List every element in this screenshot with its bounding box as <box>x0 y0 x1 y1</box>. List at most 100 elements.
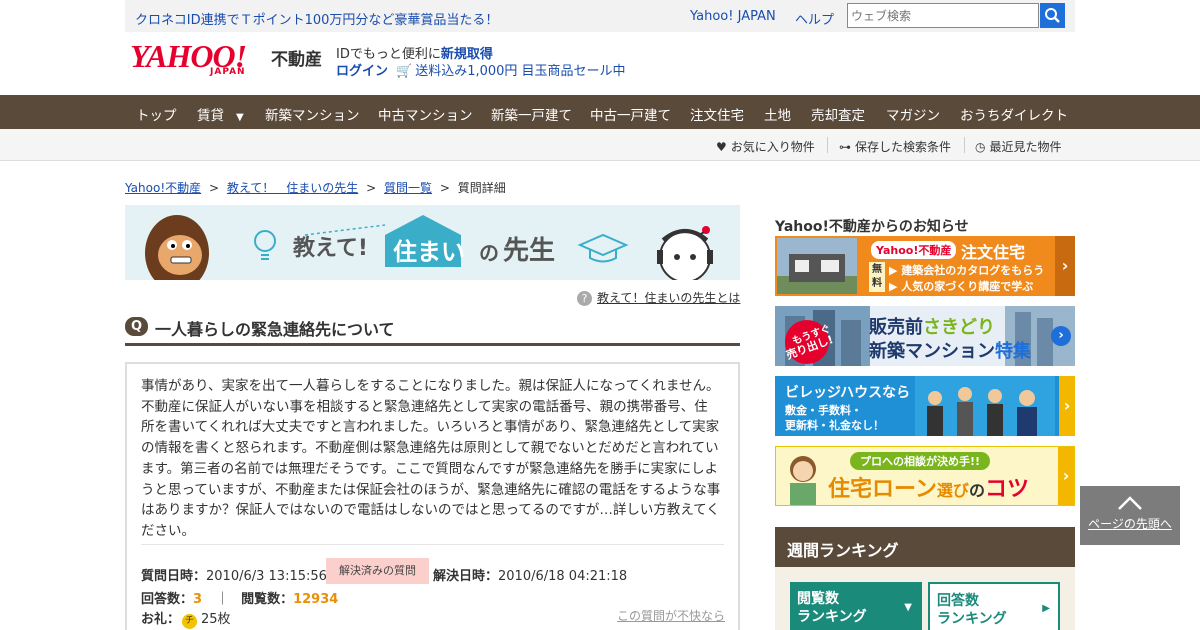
ad2-line2: 新築マンション特集 <box>869 337 1031 363</box>
ad4-d: の <box>968 481 985 500</box>
monkey-mascot-icon <box>145 215 209 280</box>
login-link[interactable]: ログイン <box>336 64 388 79</box>
saved-search-link[interactable]: ⊶ 保存した検索条件 <box>839 138 951 155</box>
promo-link[interactable]: クロネコID連携でＴポイント100万円分など豪華賞品当たる！ <box>135 9 498 28</box>
views-count: 12934 <box>293 592 339 607</box>
login-line: ログイン 🛒 送料込み1,000円 目玉商品セール中 <box>336 60 626 79</box>
ad-housing-loan[interactable]: プロへの相談が決め手!! 住宅ローン選びのコツ › <box>775 446 1075 506</box>
graduation-cap-icon <box>577 233 629 263</box>
people-image <box>915 376 1055 436</box>
ad2-line1a: 販売前 <box>869 317 923 338</box>
tab-answers-ranking[interactable]: 回答数 ランキング ▶ <box>928 582 1060 630</box>
search-button[interactable] <box>1040 3 1065 28</box>
news-title: Yahoo!不動産からのお知らせ <box>775 219 969 235</box>
ad-new-mansion[interactable]: もうすぐ 売り出し! 販売前さきどり 新築マンション特集 › <box>775 306 1075 366</box>
tab-views-line1: 閲覧数 <box>797 591 839 607</box>
nav-rent-label: 賃貸 <box>197 108 224 124</box>
ad1-title: 注文住宅 <box>961 243 1026 262</box>
ad1-line1: ▶ 建築会社のカタログをもらう <box>889 264 1045 277</box>
saved-search-label: 保存した検索条件 <box>855 140 952 154</box>
ad4-b: ローン <box>872 477 937 502</box>
breadcrumb-sep: > <box>208 181 220 195</box>
chevron-right-icon: › <box>1059 376 1075 436</box>
nav-sale-assessment[interactable]: 売却査定 <box>811 104 865 124</box>
search-icon <box>1045 8 1060 23</box>
ad2-line1b: さきどり <box>923 317 995 338</box>
reward-value: 25枚 <box>201 612 231 627</box>
breadcrumb-list[interactable]: 質問一覧 <box>384 181 432 195</box>
asked-at: 質問日時：2010/6/3 13:15:56 <box>141 565 327 584</box>
chevron-down-icon: ▼ <box>236 112 244 123</box>
ad3-line2: 更新料・礼金なし！ <box>785 419 884 432</box>
back-to-top-label: ページの先頭へ <box>1088 517 1172 531</box>
sub-nav: ♥ お気に入り物件 ⊶ 保存した検索条件 ◷ 最近見た物件 <box>0 129 1200 161</box>
divider <box>827 137 828 153</box>
ad1-line2: ▶ 人気の家づくり講座で学ぶ <box>889 280 1034 293</box>
banner-sumai: 住まい <box>393 238 465 266</box>
breadcrumb-home[interactable]: Yahoo!不動産 <box>125 181 201 195</box>
saved-search-icon: ⊶ <box>839 140 851 154</box>
banner-oshiete: 教えて! <box>293 236 368 261</box>
nav-new-house[interactable]: 新築一戸建て <box>491 104 572 124</box>
nav-rent[interactable]: 賃貸 ▼ <box>197 104 244 124</box>
about-sensei-link[interactable]: ? 教えて！住まいの先生とは <box>577 289 740 306</box>
reward: お礼：チ 25枚 <box>141 608 231 629</box>
chevron-right-icon: › <box>1051 326 1071 346</box>
banner-no: の <box>479 241 499 265</box>
ad4-a: 住宅 <box>828 477 873 502</box>
nav-used-mansion[interactable]: 中古マンション <box>378 104 473 124</box>
nav-top[interactable]: トップ <box>136 104 177 124</box>
breadcrumb-current: 質問詳細 <box>457 181 506 195</box>
ranking-title: 週間ランキング <box>775 527 1075 567</box>
views-label: 閲覧数： <box>241 592 294 607</box>
nav-ouchi-direct[interactable]: おうちダイレクト <box>960 104 1068 124</box>
question-badge: Q <box>125 317 148 336</box>
nav-custom-house[interactable]: 注文住宅 <box>690 104 744 124</box>
reward-label: お礼： <box>141 612 181 627</box>
ad4-c: 選び <box>936 481 969 500</box>
tab-views-ranking[interactable]: 閲覧数 ランキング ▼ <box>790 582 922 630</box>
tab-answers-line1: 回答数 <box>937 593 979 609</box>
back-to-top-button[interactable]: ページの先頭へ <box>1080 486 1180 545</box>
ad-village-house[interactable]: ビレッジハウスなら 敷金・手数料・ 更新料・礼金なし！ › <box>775 376 1075 436</box>
favorites-link[interactable]: ♥ お気に入り物件 <box>716 138 815 155</box>
recent-link[interactable]: ◷ 最近見た物件 <box>975 138 1062 155</box>
divider <box>141 544 724 545</box>
question-box: 事情があり、実家を出て一人暮らしをすることになりました。親は保証人になってくれま… <box>125 362 740 630</box>
yahoo-realestate-logo[interactable]: YAHOO! JAPAN 不動産 <box>130 40 322 77</box>
report-link[interactable]: この質問が不快なら <box>617 607 725 624</box>
ad1-line1-text: 建築会社のカタログをもらう <box>901 264 1045 277</box>
free-badge-1: 無 <box>872 264 882 275</box>
house-image <box>777 254 857 294</box>
asked-label: 質問日時： <box>141 569 207 584</box>
nav-used-house[interactable]: 中古一戸建て <box>590 104 671 124</box>
tab-answers-line2: ランキング <box>937 611 1007 627</box>
free-badge: 無料 <box>869 262 885 292</box>
ad2-line1: 販売前さきどり <box>869 313 995 339</box>
breadcrumb-sensei[interactable]: 教えて！ 住まいの先生 <box>227 181 358 195</box>
yahoo-japan-link[interactable]: Yahoo! JAPAN <box>690 9 776 24</box>
sumai-sensei-banner[interactable]: 教えて! 住まい の 先生 <box>125 205 740 280</box>
top-bar: クロネコID連携でＴポイント100万円分など豪華賞品当たる！ Yahoo! JA… <box>125 0 1075 32</box>
coin-icon: チ <box>182 614 198 629</box>
favorites-label: お気に入り物件 <box>730 140 815 154</box>
search-input[interactable] <box>847 3 1039 28</box>
recent-label: 最近見た物件 <box>989 140 1062 154</box>
ad3-title: ビレッジハウスなら <box>785 385 911 401</box>
nav-new-mansion[interactable]: 新築マンション <box>265 104 360 124</box>
shopping-link[interactable]: 送料込み1,000円 目玉商品セール中 <box>415 64 625 79</box>
question-title-bar: Q 一人暮らしの緊急連絡先について <box>125 313 740 346</box>
ad3-line1: 敷金・手数料・ <box>785 404 862 417</box>
chevron-right-icon: › <box>1055 236 1075 296</box>
ad-custom-house[interactable]: Yahoo!不動産 注文住宅 無料 ▶ 建築会社のカタログをもらう ▶ 人気の家… <box>775 236 1075 296</box>
house-photo <box>777 238 857 294</box>
resolved-value: 2010/6/18 04:21:18 <box>498 569 628 584</box>
nav-magazine[interactable]: マガジン <box>886 104 940 124</box>
clock-icon: ◷ <box>975 140 986 154</box>
divider <box>964 137 965 153</box>
help-link[interactable]: ヘルプ <box>795 9 834 28</box>
chevron-up-icon <box>1118 496 1142 510</box>
ranking-body: 閲覧数 ランキング ▼ 回答数 ランキング ▶ <box>775 567 1075 630</box>
nav-land[interactable]: 土地 <box>764 104 791 124</box>
counts: 回答数：3 ｜ 閲覧数：12934 <box>141 588 338 607</box>
